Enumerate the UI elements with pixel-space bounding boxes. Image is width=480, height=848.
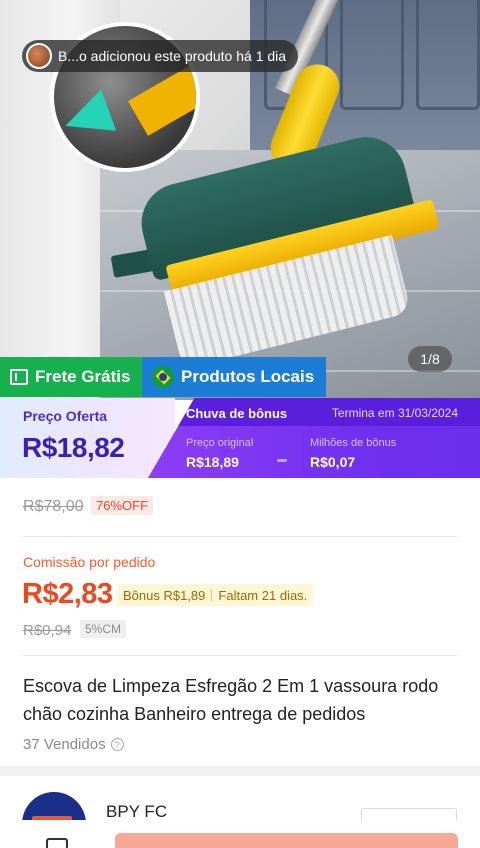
arrow-icon bbox=[57, 89, 117, 147]
bonus-millions-value: R$0,07 bbox=[310, 454, 356, 470]
avatar bbox=[26, 43, 52, 69]
offer-price-label: Preço Oferta bbox=[23, 408, 108, 424]
offer-price-value: R$18,82 bbox=[22, 432, 125, 463]
commission-bonus: Bônus R$1,89 bbox=[123, 587, 206, 603]
bonus-end-date: Termina em 31/03/2024 bbox=[331, 406, 458, 420]
free-shipping-badge: Frete Grátis bbox=[0, 357, 142, 397]
discount-badge: 76%OFF bbox=[91, 496, 154, 515]
commission-remaining: Faltam 21 dias. bbox=[218, 587, 308, 603]
sold-count: 37 Vendidos ? bbox=[23, 736, 124, 753]
commission-bonus-badge: Bônus R$1,89 Faltam 21 dias. bbox=[117, 584, 314, 606]
divider bbox=[23, 655, 457, 656]
notification-text: B...o adicionou este produto há 1 dia bbox=[58, 48, 287, 64]
cabinet-door bbox=[416, 0, 480, 110]
promote-button[interactable] bbox=[115, 833, 458, 848]
shop-name[interactable]: BPY FC bbox=[106, 802, 167, 822]
info-icon[interactable]: ? bbox=[110, 738, 124, 751]
list-price: R$78,00 bbox=[23, 498, 84, 515]
bonus-millions-label: Milhões de bônus bbox=[310, 437, 397, 449]
minus-icon bbox=[277, 459, 287, 462]
brazil-flag-icon bbox=[152, 366, 174, 388]
local-products-badge: Produtos Locais bbox=[142, 357, 326, 397]
divider bbox=[23, 536, 457, 537]
commission-rate: 5%CM bbox=[80, 620, 127, 638]
cabinet-door bbox=[340, 0, 404, 110]
gallery-page-indicator: 1/8 bbox=[408, 346, 452, 372]
commission-old-value: R$0,94 bbox=[23, 622, 72, 639]
bonus-rain-title: Chuva de bônus bbox=[186, 406, 288, 421]
original-price-value: R$18,89 bbox=[186, 454, 239, 470]
recent-activity-notification: B...o adicionou este produto há 1 dia bbox=[22, 40, 299, 72]
shipping-icon bbox=[10, 369, 28, 385]
offer-price-panel: Preço Oferta R$18,82 bbox=[0, 398, 175, 478]
section-gap bbox=[0, 766, 480, 776]
commission-value: R$2,83 bbox=[22, 578, 113, 610]
store-icon[interactable] bbox=[46, 838, 68, 848]
bonus-rain-panel[interactable]: Chuva de bônus Termina em 31/03/2024 Pre… bbox=[148, 398, 480, 478]
sold-count-text: 37 Vendidos bbox=[23, 736, 106, 753]
commission-label: Comissão por pedido bbox=[23, 554, 156, 570]
product-title: Escova de Limpeza Esfregão 2 Em 1 vassou… bbox=[23, 676, 439, 724]
local-products-label: Produtos Locais bbox=[181, 367, 315, 386]
free-shipping-label: Frete Grátis bbox=[35, 367, 131, 386]
original-price-label: Preço original bbox=[186, 437, 254, 449]
